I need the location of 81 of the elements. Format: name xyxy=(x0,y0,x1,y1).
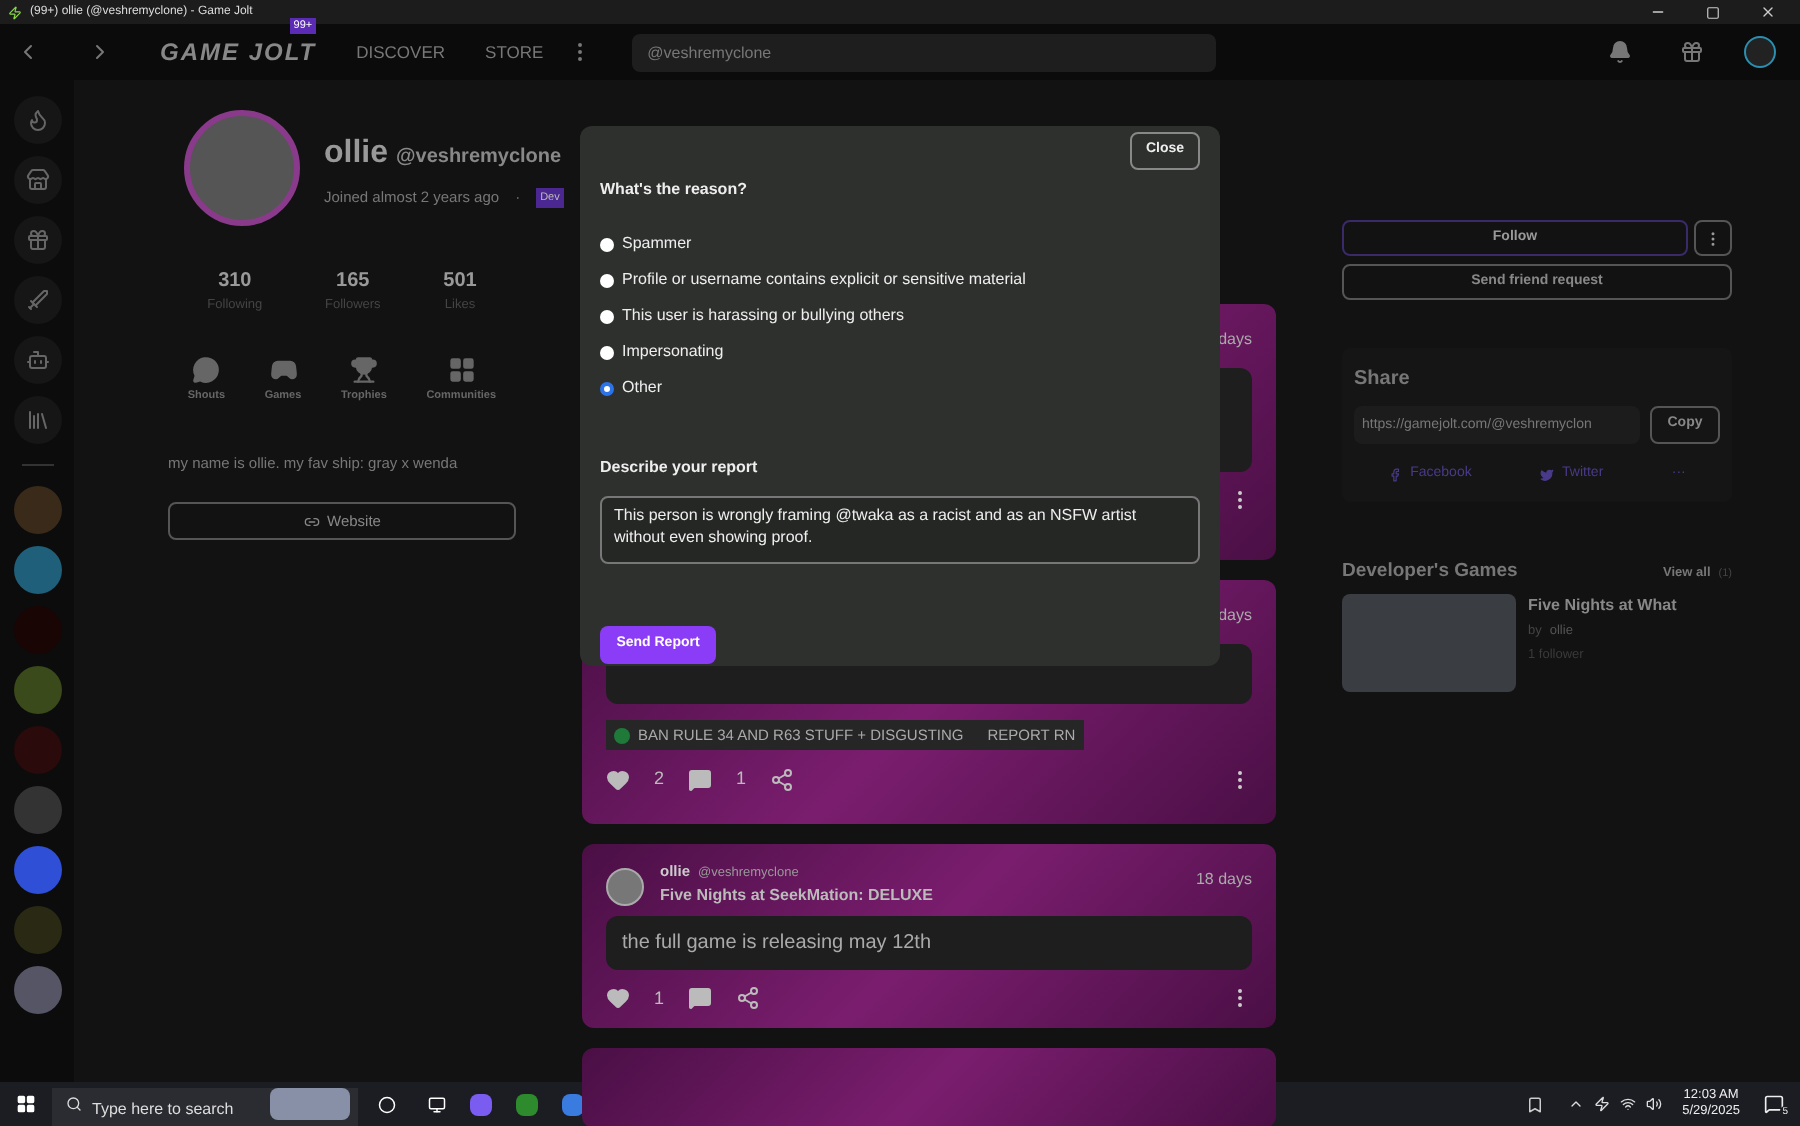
share-title: Share xyxy=(1354,366,1412,394)
author-avatar[interactable] xyxy=(606,868,644,906)
like-icon[interactable] xyxy=(606,768,630,792)
radio-button[interactable] xyxy=(600,345,614,359)
gift-icon[interactable] xyxy=(1680,40,1704,64)
radio-button[interactable] xyxy=(600,381,614,395)
community-icon[interactable] xyxy=(13,966,61,1014)
sidebar-button[interactable] xyxy=(13,96,61,144)
comment-icon[interactable] xyxy=(688,768,713,792)
sidebar-button[interactable] xyxy=(13,396,61,444)
task-view-icon[interactable] xyxy=(428,1095,446,1113)
report-text-area[interactable]: This person is wrongly framing @twaka as a racist and as an NSFW artist without even showing proof. xyxy=(600,496,1200,564)
stat-value[interactable]: 310 xyxy=(218,266,252,296)
link-icon xyxy=(303,513,320,530)
tab-icon xyxy=(447,355,476,384)
sidebar-button[interactable] xyxy=(13,216,61,264)
share-icon[interactable] xyxy=(770,768,795,792)
sidebar-icon xyxy=(25,348,49,372)
sidebar-button[interactable] xyxy=(13,336,61,384)
like-count: 1 xyxy=(654,985,665,1011)
reason-option[interactable]: Profile or username contains explicit or sensitive material xyxy=(600,268,1200,292)
reason-option[interactable]: Impersonating xyxy=(600,340,1200,364)
community-icon[interactable] xyxy=(13,546,61,594)
app-icon xyxy=(8,5,22,19)
reason-heading: What's the reason? xyxy=(600,178,749,202)
close-icon[interactable] xyxy=(1760,4,1776,20)
like-icon[interactable] xyxy=(606,986,630,1011)
notification-icon[interactable] xyxy=(1764,1094,1784,1114)
game-title[interactable]: Five Nights at SeekMation: DELUXE xyxy=(660,883,1180,908)
tab-icon xyxy=(192,355,221,384)
sidebar-icon xyxy=(25,228,49,252)
sidebar-icon xyxy=(25,108,49,132)
game-title[interactable]: Five Nights at What xyxy=(1528,593,1677,618)
bell-icon[interactable] xyxy=(1608,40,1632,64)
sidebar-button[interactable] xyxy=(13,276,61,324)
stat-value[interactable]: 501 xyxy=(443,266,477,296)
reason-option[interactable]: Other xyxy=(600,376,1200,400)
section-title: Developer's Games xyxy=(1342,557,1518,585)
sidebar-icon xyxy=(25,168,49,192)
radio-button[interactable] xyxy=(600,273,614,287)
more-button[interactable] xyxy=(1694,220,1732,256)
volume-icon[interactable] xyxy=(1646,1096,1663,1112)
tray-icon[interactable] xyxy=(1594,1096,1611,1112)
nav-link[interactable]: DISCOVER xyxy=(356,39,446,65)
stat-value[interactable]: 165 xyxy=(336,266,370,296)
post-text: the full game is releasing may 12th xyxy=(606,915,1252,969)
profile-handle: @veshremyclone xyxy=(396,144,562,172)
like-count: 2 xyxy=(654,766,665,793)
bird-icon xyxy=(1540,467,1555,482)
radio-button[interactable] xyxy=(600,237,614,251)
profile-name: ollie xyxy=(324,134,389,174)
post-time: 18 days xyxy=(1195,868,1252,892)
tab-icon xyxy=(349,355,378,384)
community-icon[interactable] xyxy=(13,846,61,894)
tab-icon xyxy=(269,355,297,384)
sidebar-icon xyxy=(25,288,49,312)
windows-icon xyxy=(16,1094,36,1114)
search-field[interactable]: @veshremyclone xyxy=(631,33,1216,71)
user-avatar[interactable] xyxy=(1744,36,1776,68)
taskbar-app-icon[interactable] xyxy=(470,1093,492,1115)
taskbar-app-icon[interactable] xyxy=(516,1093,538,1115)
sidebar-button[interactable] xyxy=(13,156,61,204)
comment-icon[interactable] xyxy=(688,986,713,1011)
nav-link[interactable]: STORE xyxy=(485,39,544,65)
reason-option[interactable]: Spammer xyxy=(600,232,1200,256)
radio-button[interactable] xyxy=(600,309,614,323)
taskbar-app-icon[interactable] xyxy=(562,1093,584,1115)
describe-heading: Describe your report xyxy=(600,456,760,480)
tray-icon[interactable] xyxy=(1526,1095,1545,1113)
network-icon[interactable] xyxy=(1620,1096,1637,1112)
search-highlight-drawing xyxy=(270,1088,350,1120)
site-logo[interactable]: GAME JOLT xyxy=(160,34,317,70)
search-icon xyxy=(66,1096,82,1112)
chevron-up-icon[interactable] xyxy=(1568,1096,1585,1112)
comment-count: 1 xyxy=(736,766,747,793)
maximize-icon[interactable] xyxy=(1706,5,1720,19)
facebook-icon xyxy=(1388,467,1403,482)
share-icon[interactable] xyxy=(736,986,761,1011)
sidebar-icon xyxy=(25,408,49,432)
game-thumbnail[interactable] xyxy=(1342,593,1516,692)
reason-option[interactable]: This user is harassing or bullying others xyxy=(600,304,1200,328)
